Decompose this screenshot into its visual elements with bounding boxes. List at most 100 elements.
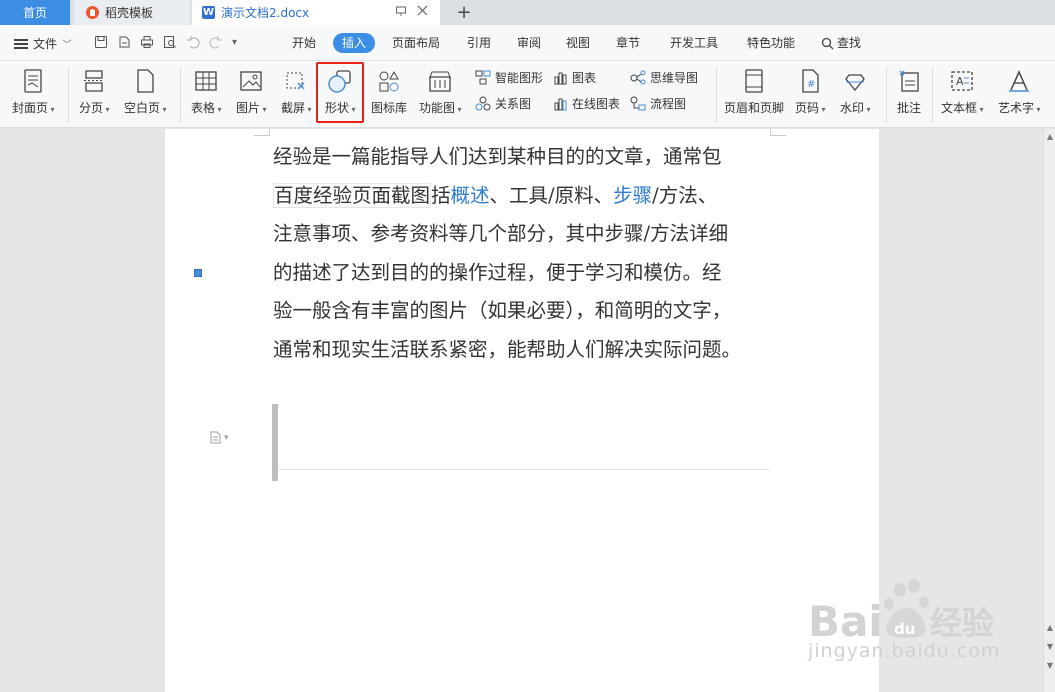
redo-icon[interactable] xyxy=(209,35,223,49)
document-body-text[interactable]: 经验是一篇能指导人们达到某种目的的文章，通常包 百度经验页面截图括概述、工具/原… xyxy=(273,138,778,369)
smart-art-label: 智能图形 xyxy=(495,71,544,85)
watermark-button[interactable]: 水印 xyxy=(840,67,871,116)
screenshot-icon xyxy=(283,67,309,95)
tab-special-features[interactable]: 特色功能 xyxy=(738,33,804,53)
mind-map-button[interactable]: 思维导图 xyxy=(630,69,698,86)
text-run: 经验是一篇能指导人们达到某种目的的文章，通常包 xyxy=(273,145,722,168)
customize-toolbar-icon[interactable]: ▾ xyxy=(232,37,237,48)
horizontal-rule xyxy=(278,469,770,470)
tab-references[interactable]: 引用 xyxy=(458,33,500,53)
online-chart-button[interactable]: 在线图表 xyxy=(553,95,620,112)
text-box-label: 文本框 xyxy=(941,99,984,116)
word-art-label: 艺术字 xyxy=(998,99,1041,116)
word-art-icon xyxy=(1006,67,1032,95)
watermark-label: 水印 xyxy=(840,99,871,116)
tab-daoke-templates[interactable]: 稻壳模板 xyxy=(74,0,190,25)
text-run: 、工具/原料、 xyxy=(489,183,614,207)
tab-developer[interactable]: 开发工具 xyxy=(661,33,727,53)
online-chart-icon xyxy=(554,98,567,111)
paragraph-anchor-icon[interactable] xyxy=(194,269,202,277)
tab-insert[interactable]: 插入 xyxy=(333,33,376,53)
tab-review[interactable]: 审阅 xyxy=(508,33,550,53)
svg-text:#: # xyxy=(807,79,815,90)
export-pdf-icon[interactable] xyxy=(117,35,131,49)
margin-corner-mark xyxy=(254,129,270,136)
tab-home-label: 首页 xyxy=(22,6,47,20)
tab-home[interactable]: 首页 xyxy=(0,0,70,25)
screenshot-label: 截屏 xyxy=(281,99,312,116)
header-footer-button[interactable]: 页眉和页脚 xyxy=(724,67,784,116)
icon-library-icon xyxy=(376,67,402,95)
new-tab-button[interactable]: + xyxy=(452,0,476,25)
flowchart-button[interactable]: 流程图 xyxy=(630,95,686,112)
tab-start[interactable]: 开始 xyxy=(283,33,325,53)
page-break-icon xyxy=(81,67,107,95)
steps-link[interactable]: 步骤 xyxy=(613,184,652,207)
function-chart-label: 功能图 xyxy=(419,99,462,116)
text-run: 括 xyxy=(431,183,451,207)
picture-button[interactable]: 图片 xyxy=(236,67,267,116)
tab-pin-icon[interactable] xyxy=(395,5,407,20)
chart-button[interactable]: 图表 xyxy=(553,69,596,86)
scroll-up-icon[interactable]: ▲ xyxy=(1046,132,1054,141)
file-menu-label: 文件 xyxy=(33,37,58,51)
smart-art-icon xyxy=(475,70,491,85)
print-icon[interactable] xyxy=(140,35,154,49)
scroll-down-icon[interactable]: ▲ xyxy=(1046,623,1054,632)
print-preview-icon[interactable] xyxy=(163,35,177,49)
watermark-icon xyxy=(842,67,868,95)
find-button[interactable]: 查找 xyxy=(812,33,870,53)
page-number-icon: # xyxy=(797,67,823,95)
cover-page-icon xyxy=(20,67,46,95)
icon-library-button[interactable]: 图标库 xyxy=(371,67,407,116)
function-chart-icon xyxy=(427,67,453,95)
comment-label: 批注 xyxy=(896,101,921,115)
smart-art-button[interactable]: 智能图形 xyxy=(475,69,543,86)
relation-chart-label: 关系图 xyxy=(495,97,532,111)
text-run: 注意事项、参考资料等几个部分，其中步骤/方法详细 xyxy=(273,222,729,245)
page-options-button[interactable]: ▾ xyxy=(210,431,229,444)
relation-chart-button[interactable]: 关系图 xyxy=(475,95,531,112)
blank-page-button[interactable]: 空白页 xyxy=(124,67,167,116)
picture-label: 图片 xyxy=(236,99,267,116)
plus-icon: + xyxy=(456,2,472,23)
screenshot-caption-box[interactable]: 百度经验页面截图 xyxy=(273,182,432,208)
shape-button-highlight-box xyxy=(316,62,364,123)
document-line: 百度经验页面截图括概述、工具/原料、步骤/方法、 xyxy=(273,177,778,216)
screenshot-button[interactable]: 截屏 xyxy=(281,67,312,116)
insert-ribbon: 封面页 分页 空白页 表格 图片 截屏 形状 图标库 功能图 智能图形 关系图 xyxy=(0,61,1055,128)
document-line: 注意事项、参考资料等几个部分，其中步骤/方法详细 xyxy=(273,215,778,254)
document-line: 验一般含有丰富的图片（如果必要），和简明的文字， xyxy=(273,292,778,331)
scroll-down-icon[interactable]: ▼ xyxy=(1046,642,1054,651)
function-chart-button[interactable]: 功能图 xyxy=(419,67,462,116)
page-down-icon[interactable]: ▼ xyxy=(1046,661,1054,670)
tab-view[interactable]: 视图 xyxy=(557,33,599,53)
table-button[interactable]: 表格 xyxy=(191,67,222,116)
undo-icon[interactable] xyxy=(186,35,200,49)
mind-map-icon xyxy=(630,70,646,85)
page-number-label: 页码 xyxy=(795,99,826,116)
baidu-jingyan-watermark-logo: Bai du 经验 xyxy=(808,579,994,646)
tab-close-icon[interactable] xyxy=(417,5,428,20)
save-icon[interactable] xyxy=(94,35,108,49)
table-icon xyxy=(193,67,219,95)
ribbon-separator xyxy=(180,67,181,123)
tab-section[interactable]: 章节 xyxy=(607,33,649,53)
text-run: 验一般含有丰富的图片（如果必要），和简明的文字， xyxy=(273,299,732,322)
vertical-scrollbar[interactable]: ▲ ▲ ▼ ▼ xyxy=(1043,129,1055,692)
header-footer-label: 页眉和页脚 xyxy=(724,101,785,115)
text-box-button[interactable]: A 文本框 xyxy=(941,67,984,116)
overview-link[interactable]: 概述 xyxy=(451,184,490,207)
page-break-button[interactable]: 分页 xyxy=(79,67,110,116)
word-art-button[interactable]: 艺术字 xyxy=(998,67,1041,116)
comment-button[interactable]: 批注 xyxy=(896,67,922,116)
cover-page-button[interactable]: 封面页 xyxy=(12,67,55,116)
chevron-down-icon: ﹀ xyxy=(62,40,73,51)
page-number-button[interactable]: # 页码 xyxy=(795,67,826,116)
tab-page-layout[interactable]: 页面布局 xyxy=(383,33,449,53)
find-label: 查找 xyxy=(837,36,862,50)
tab-document[interactable]: W 演示文档2.docx xyxy=(192,0,440,25)
file-menu-button[interactable]: 文件 ﹀ xyxy=(14,35,72,52)
menu-bar: 文件 ﹀ ▾ 开始 插入 页面布局 引用 审阅 视图 章节 开发工具 特色功能 … xyxy=(0,25,1055,61)
margin-corner-mark xyxy=(770,129,786,136)
